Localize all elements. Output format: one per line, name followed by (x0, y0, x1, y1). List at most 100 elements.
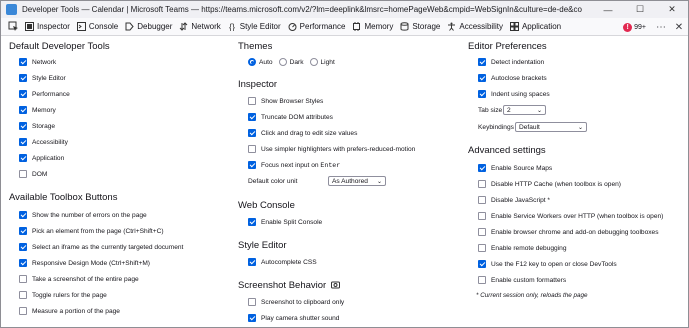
advanced-disable-javascript[interactable]: Disable JavaScript * (478, 196, 550, 204)
style-editor-autocomplete[interactable]: Autocomplete CSS (248, 258, 317, 266)
toolbox-button-error-count[interactable]: Show the number of errors on the page (19, 211, 147, 219)
toolbox-button-screenshot[interactable]: Take a screenshot of the entire page (19, 275, 139, 283)
checkbox[interactable] (478, 260, 486, 268)
editor-detect-indentation[interactable]: Detect indentation (478, 58, 544, 66)
default-tool-dom[interactable]: DOM (19, 170, 47, 178)
checkbox[interactable] (248, 258, 256, 266)
toolbox-button-rulers[interactable]: Toggle rulers for the page (19, 291, 107, 299)
checkbox[interactable] (478, 196, 486, 204)
tab-memory[interactable]: Memory (349, 18, 397, 36)
inspector-browser-styles[interactable]: Show Browser Styles (248, 97, 323, 105)
checkbox[interactable] (248, 298, 256, 306)
element-picker-button[interactable] (4, 18, 22, 36)
tab-application[interactable]: Application (507, 18, 565, 36)
close-button[interactable]: ✕ (656, 1, 688, 18)
tab-network[interactable]: Network (176, 18, 224, 36)
checkbox[interactable] (248, 113, 256, 121)
screenshot-heading: Screenshot Behavior (238, 280, 340, 291)
checkbox[interactable] (19, 106, 27, 114)
checkbox[interactable] (248, 97, 256, 105)
inspector-heading: Inspector (238, 79, 278, 90)
inspector-simple-highlighters[interactable]: Use simpler highlighters with prefers-re… (248, 145, 415, 153)
checkbox[interactable] (478, 164, 486, 172)
toolbox-button-measure[interactable]: Measure a portion of the page (19, 307, 120, 315)
checkbox[interactable] (248, 218, 256, 226)
default-tool-storage[interactable]: Storage (19, 122, 55, 130)
toolbox-button-pick-element[interactable]: Pick an element from the page (Ctrl+Shif… (19, 227, 164, 235)
theme-light[interactable]: Light (309, 58, 335, 66)
checkbox[interactable] (478, 228, 486, 236)
radio[interactable] (278, 58, 287, 66)
default-tool-style-editor[interactable]: Style Editor (19, 74, 66, 82)
tab-performance[interactable]: Performance (285, 18, 350, 36)
advanced-custom-formatters[interactable]: Enable custom formatters (478, 276, 566, 284)
default-tool-application[interactable]: Application (19, 154, 64, 162)
checkbox[interactable] (19, 211, 27, 219)
tab-accessibility[interactable]: Accessibility (444, 18, 507, 36)
theme-auto[interactable]: Auto (248, 58, 273, 66)
radio[interactable] (309, 58, 318, 66)
tab-inspector[interactable]: Inspector (22, 18, 74, 36)
advanced-disable-http-cache[interactable]: Disable HTTP Cache (when toolbox is open… (478, 180, 621, 188)
checkbox[interactable] (19, 243, 27, 251)
checkbox[interactable] (478, 180, 486, 188)
checkbox[interactable] (19, 58, 27, 66)
tab-style-editor[interactable]: {} Style Editor (225, 18, 285, 36)
toolbox-button-responsive[interactable]: Responsive Design Mode (Ctrl+Shift+M) (19, 259, 150, 267)
maximize-button[interactable]: ☐ (624, 1, 656, 18)
checkbox[interactable] (19, 90, 27, 98)
radio[interactable] (248, 58, 256, 66)
minimize-button[interactable]: — (592, 1, 624, 18)
checkbox[interactable] (478, 74, 486, 82)
checkbox[interactable] (248, 145, 256, 153)
checkbox[interactable] (248, 161, 256, 169)
tab-label: Performance (299, 22, 346, 31)
color-unit-select[interactable]: As Authored ⌄ (328, 176, 386, 186)
close-toolbox-icon[interactable]: ✕ (670, 18, 688, 36)
default-tool-network[interactable]: Network (19, 58, 56, 66)
inspector-focus-next-input[interactable]: Focus next input on Enter (248, 161, 340, 169)
toolbox-button-iframe[interactable]: Select an iframe as the currently target… (19, 243, 183, 251)
checkbox[interactable] (478, 212, 486, 220)
checkbox[interactable] (248, 314, 256, 322)
advanced-source-maps[interactable]: Enable Source Maps (478, 164, 552, 172)
checkbox[interactable] (19, 170, 27, 178)
checkbox[interactable] (19, 74, 27, 82)
inspector-truncate-attributes[interactable]: Truncate DOM attributes (248, 113, 333, 121)
default-tool-performance[interactable]: Performance (19, 90, 70, 98)
checkbox[interactable] (19, 122, 27, 130)
advanced-service-workers-http[interactable]: Enable Service Workers over HTTP (when t… (478, 212, 663, 220)
checkbox[interactable] (478, 90, 486, 98)
checkbox[interactable] (19, 307, 27, 315)
tab-console[interactable]: Console (74, 18, 122, 36)
screenshot-shutter-sound[interactable]: Play camera shutter sound (248, 314, 339, 322)
advanced-f12-key[interactable]: Use the F12 key to open or close DevTool… (478, 260, 617, 268)
checkbox[interactable] (19, 154, 27, 162)
advanced-remote-debugging[interactable]: Enable remote debugging (478, 244, 567, 252)
screenshot-clipboard-only[interactable]: Screenshot to clipboard only (248, 298, 344, 306)
tab-debugger[interactable]: Debugger (122, 18, 176, 36)
default-tool-accessibility[interactable]: Accessibility (19, 138, 68, 146)
editor-indent-spaces[interactable]: Indent using spaces (478, 90, 550, 98)
tab-size-select[interactable]: 2 ⌄ (503, 105, 546, 115)
checkbox[interactable] (19, 227, 27, 235)
checkbox[interactable] (478, 244, 486, 252)
checkbox[interactable] (19, 291, 27, 299)
tab-storage[interactable]: Storage (397, 18, 444, 36)
web-console-split-console[interactable]: Enable Split Console (248, 218, 322, 226)
default-tool-memory[interactable]: Memory (19, 106, 56, 114)
console-icon (76, 22, 86, 31)
theme-dark[interactable]: Dark (278, 58, 304, 66)
checkbox[interactable] (19, 275, 27, 283)
checkbox[interactable] (478, 276, 486, 284)
checkbox[interactable] (478, 58, 486, 66)
checkbox[interactable] (19, 138, 27, 146)
checkbox[interactable] (19, 259, 27, 267)
error-count-badge[interactable]: ! 99+ (623, 22, 646, 32)
inspector-drag-edit[interactable]: Click and drag to edit size values (248, 129, 357, 137)
editor-autoclose-brackets[interactable]: Autoclose brackets (478, 74, 547, 82)
keybindings-select[interactable]: Default ⌄ (515, 122, 587, 132)
advanced-chrome-debugging[interactable]: Enable browser chrome and add-on debuggi… (478, 228, 659, 236)
checkbox[interactable] (248, 129, 256, 137)
dock-options-icon[interactable]: ⋯ (652, 18, 670, 36)
